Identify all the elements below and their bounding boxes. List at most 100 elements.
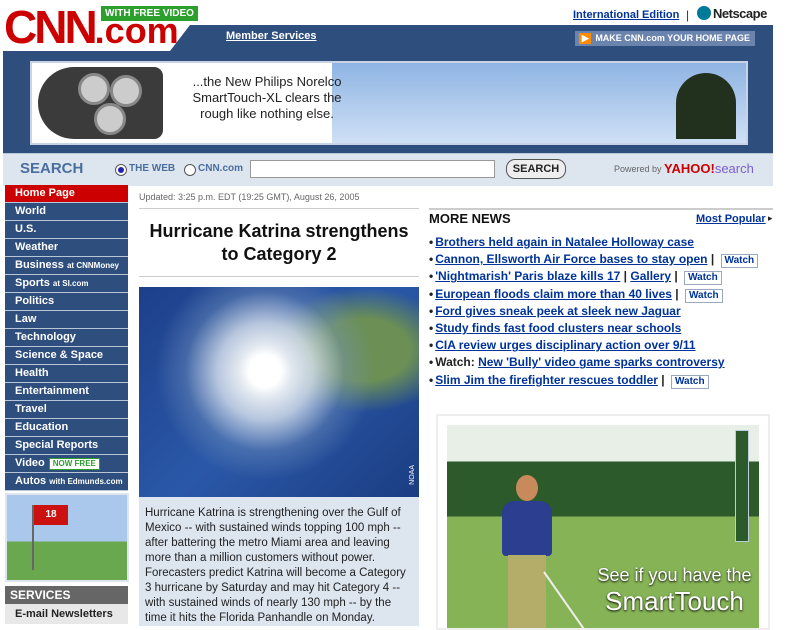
make-home-page-button[interactable]: ▶ MAKE CNN.com YOUR HOME PAGE [575,31,755,46]
headline-divider [139,208,419,209]
news-headline-link[interactable]: European floods claim more than 40 lives [435,287,672,301]
bullet-icon: • [429,372,434,387]
watch-button[interactable]: Watch [720,254,759,269]
sidebar-item-label: Video [15,457,45,469]
radio-the-web[interactable] [115,164,127,176]
news-headline-link[interactable]: Study finds fast food clusters near scho… [435,321,681,335]
news-headline-link[interactable]: Ford gives sneak peek at sleek new Jagua… [435,304,680,318]
news-headline-link[interactable]: Brothers held again in Natalee Holloway … [435,235,694,249]
banner-ad[interactable]: ...the New Philips Norelco SmartTouch-XL… [30,61,748,145]
sidebar-item[interactable]: Entertainment [5,383,128,401]
golf-scene: See if you have the SmartTouch [447,425,759,628]
sidebar-item[interactable]: Sports at SI.com [5,275,128,293]
bullet-icon: • [429,338,434,353]
golf-ad-tagline: See if you have the SmartTouch [582,565,759,617]
sidebar-item[interactable]: Technology [5,329,128,347]
sidebar-item-label: Science & Space [15,349,104,361]
email-newsletters-link[interactable]: E-mail Newsletters [5,604,128,624]
yahoo-search-logo[interactable]: YAHOO!search [664,161,754,176]
radio-cnn[interactable] [184,164,196,176]
sidebar-item[interactable]: Politics [5,293,128,311]
news-list-item: • Ford gives sneak peek at sleek new Jagu… [429,303,773,320]
news-headline-link[interactable]: 'Nightmarish' Paris blaze kills 17 [435,269,620,283]
sidebar-item-label: Law [15,313,37,325]
sidebar-item[interactable]: Autos with Edmunds.com [5,473,128,491]
logo-cnn: CNN [4,1,98,53]
watch-button[interactable]: Watch [684,271,722,286]
news-headline-link[interactable]: CIA review urges disciplinary action ove… [435,338,695,352]
news-list-item: • 'Nightmarish' Paris blaze kills 17 | Ga… [429,268,773,286]
watch-button[interactable]: Watch [670,374,709,389]
news-prefix: Watch: [435,355,475,370]
search-bar: SEARCH THE WEB CNN.com SEARCH Powered by… [3,153,773,186]
power-meter [735,430,749,542]
sidebar-item[interactable]: Home Page [5,185,128,203]
sidebar-item[interactable]: Special Reports [5,437,128,455]
netscape-link[interactable]: Netscape [697,6,767,21]
sidebar-item-label: Business [15,259,64,271]
powered-by-label: Powered by [614,164,662,174]
netscape-icon [697,6,711,20]
radio-cnn-label[interactable]: CNN.com [198,163,243,174]
sidebar-item-sublabel: at CNNMoney [66,261,119,270]
sidebar-item-label: Education [15,421,69,433]
sidebar-item[interactable]: Health [5,365,128,383]
golfer-head [516,475,538,501]
sidebar-item[interactable]: Education [5,419,128,437]
sidebar-item-label: Autos [15,475,47,487]
shaver-head [78,73,110,105]
golf-flag-ad[interactable]: 18 [5,493,129,582]
separator: | [707,252,718,267]
news-list-item: • CIA review urges disciplinary action ov… [429,337,773,354]
tree-image [676,73,736,139]
sidebar-item-sublabel: with Edmunds.com [49,477,123,486]
sidebar-item[interactable]: Travel [5,401,128,419]
story-summary: Hurricane Katrina is strengthening over … [145,507,406,624]
search-button[interactable]: SEARCH [506,159,566,179]
image-credit: NOAA [409,465,416,485]
news-headline-link[interactable]: Cannon, Ellsworth Air Force bases to sta… [435,252,707,266]
search-input[interactable] [250,160,495,178]
shaver-head [94,103,126,135]
sidebar-item-label: Entertainment [15,385,89,397]
watch-button[interactable]: Watch [684,288,723,303]
make-home-label: MAKE CNN.com YOUR HOME PAGE [595,33,750,43]
separator: | [657,372,668,387]
free-video-badge[interactable]: WITH FREE VIDEO [101,6,198,21]
news-headline-link[interactable]: Slim Jim the firefighter rescues toddler [435,373,658,387]
sidebar-item[interactable]: Weather [5,239,128,257]
sidebar-item[interactable]: U.S. [5,221,128,239]
separator: | [620,269,631,284]
main-headline[interactable]: Hurricane Katrina strengthens to Categor… [139,220,419,266]
sidebar-item-label: World [15,205,46,217]
shaver-image [38,67,163,139]
golfer-image [502,475,552,628]
sidebar-item[interactable]: Science & Space [5,347,128,365]
sidebar-item-label: Technology [15,331,76,343]
hurricane-satellite-image[interactable] [139,287,419,497]
golf-flag: 18 [34,505,68,525]
sidebar-item[interactable]: Business at CNNMoney [5,257,128,275]
international-edition-link[interactable]: International Edition [573,9,679,21]
most-popular-link[interactable]: Most Popular [696,213,766,225]
top-nav-band: Member Services ▶ MAKE CNN.com YOUR HOME … [170,25,773,51]
sidebar-item[interactable]: Video NOW FREE [5,455,128,473]
smarttouch-golf-ad[interactable]: See if you have the SmartTouch [436,414,770,630]
more-news-title: MORE NEWS [429,211,511,226]
golfer-pants [508,555,546,628]
gallery-link[interactable]: Gallery [630,269,671,283]
sidebar-item-label: Home Page [15,187,75,199]
sidebar-item[interactable]: Law [5,311,128,329]
yahoo-search-suffix: search [714,161,754,176]
radio-the-web-label[interactable]: THE WEB [129,163,175,174]
yahoo-label: YAHOO! [664,161,715,176]
sidebar-item[interactable]: World [5,203,128,221]
sidebar-item-label: Health [15,367,49,379]
now-free-badge: NOW FREE [48,458,100,470]
sidebar-item-label: Politics [15,295,55,307]
golf-ad-line2: SmartTouch [605,586,744,616]
bullet-icon: • [429,355,434,370]
news-headline-link[interactable]: New 'Bully' video game sparks controvers… [478,355,724,369]
sidebar-item-label: Travel [15,403,47,415]
member-services-link[interactable]: Member Services [226,30,317,42]
